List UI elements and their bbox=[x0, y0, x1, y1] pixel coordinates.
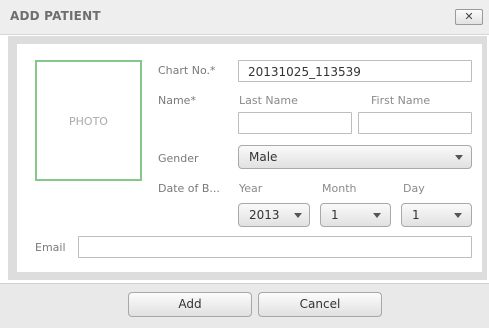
dialog-title: ADD PATIENT bbox=[10, 9, 101, 23]
year-value: 2013 bbox=[249, 208, 280, 222]
dialog-footer: Add Cancel bbox=[0, 283, 489, 328]
day-label: Day bbox=[403, 182, 425, 195]
chevron-down-icon bbox=[294, 213, 302, 218]
chart-no-field[interactable]: 20131025_113539 bbox=[238, 60, 472, 82]
year-label: Year bbox=[239, 182, 263, 195]
chart-no-label: Chart No.* bbox=[158, 64, 216, 77]
day-select[interactable]: 1 bbox=[401, 203, 472, 227]
add-patient-dialog: ADD PATIENT ✕ PHOTO Chart No.* 20131025_… bbox=[0, 0, 489, 328]
email-label: Email bbox=[35, 241, 66, 254]
chevron-down-icon bbox=[373, 213, 381, 218]
month-select[interactable]: 1 bbox=[320, 203, 391, 227]
cancel-button[interactable]: Cancel bbox=[258, 292, 382, 317]
name-label: Name* bbox=[158, 94, 196, 107]
photo-placeholder[interactable]: PHOTO bbox=[35, 60, 142, 181]
day-value: 1 bbox=[412, 208, 420, 222]
first-name-label: First Name bbox=[371, 94, 431, 107]
chevron-down-icon bbox=[455, 155, 463, 160]
year-select[interactable]: 2013 bbox=[238, 203, 310, 227]
gender-value: Male bbox=[249, 150, 278, 164]
month-value: 1 bbox=[331, 208, 339, 222]
dialog-titlebar: ADD PATIENT ✕ bbox=[0, 0, 489, 35]
gender-label: Gender bbox=[158, 152, 199, 165]
month-label: Month bbox=[322, 182, 357, 195]
gender-select[interactable]: Male bbox=[238, 145, 472, 169]
close-icon: ✕ bbox=[464, 10, 474, 23]
email-field[interactable] bbox=[78, 236, 472, 258]
chart-no-value: 20131025_113539 bbox=[248, 65, 361, 79]
chevron-down-icon bbox=[454, 213, 462, 218]
first-name-field[interactable] bbox=[358, 112, 472, 134]
close-button[interactable]: ✕ bbox=[455, 9, 483, 25]
last-name-label: Last Name bbox=[239, 94, 298, 107]
add-button[interactable]: Add bbox=[128, 292, 252, 317]
photo-label: PHOTO bbox=[69, 115, 108, 128]
date-of-birth-label: Date of B... bbox=[158, 182, 220, 195]
last-name-field[interactable] bbox=[238, 112, 352, 134]
